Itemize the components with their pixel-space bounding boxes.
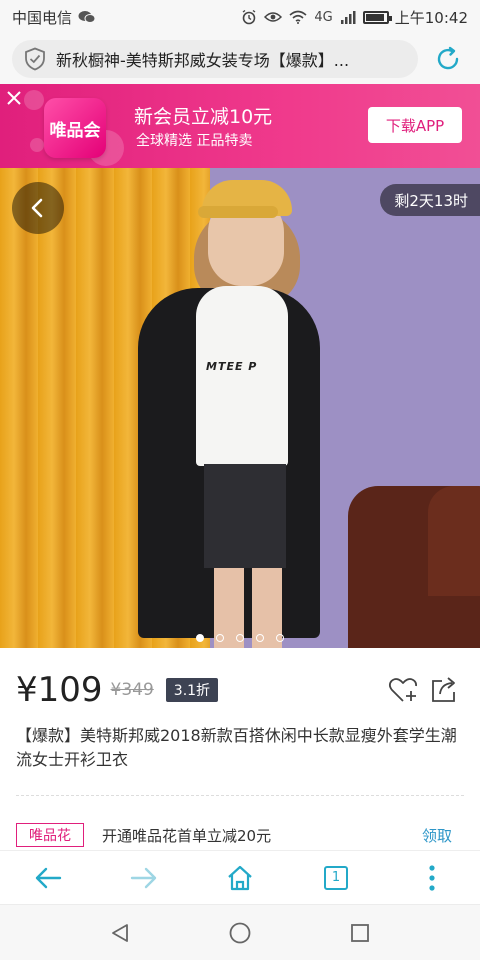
arrow-left-icon — [35, 867, 62, 888]
carousel-dot[interactable] — [256, 634, 264, 642]
carousel-indicator — [0, 634, 480, 642]
model-shirt — [196, 286, 288, 466]
tabs-button[interactable]: 1 — [314, 856, 358, 900]
download-app-button[interactable]: 下载APP — [368, 107, 462, 143]
nav-recents-button[interactable] — [335, 908, 385, 958]
promo-subtitle: 全球精选 正品特卖 — [136, 133, 253, 149]
menu-button[interactable] — [410, 856, 454, 900]
share-button[interactable] — [430, 674, 460, 704]
favorite-button[interactable] — [388, 676, 420, 704]
product-image-carousel[interactable]: MTEE P 剩2天13时 — [0, 168, 480, 648]
status-left: 中国电信 — [12, 7, 96, 28]
sofa-arm — [428, 486, 480, 596]
browser-toolbar: 1 — [0, 850, 480, 904]
battery-icon — [362, 10, 392, 24]
tab-count: 1 — [331, 870, 341, 885]
wifi-icon — [289, 10, 307, 24]
vip-app-icon: 唯品会 — [44, 98, 106, 158]
chevron-left-icon — [31, 198, 43, 218]
app-icon-label: 唯品会 — [49, 120, 101, 141]
promo-decoration — [30, 138, 44, 152]
home-icon — [228, 865, 252, 890]
signal-icon — [340, 11, 356, 24]
app-promo-banner[interactable]: 唯品会 新会员立减10元 全球精选 正品特卖 下载APP — [0, 84, 480, 168]
address-bar[interactable]: 新秋橱神-美特斯邦威女装专场【爆款】... — [12, 40, 418, 78]
reload-icon — [437, 46, 459, 70]
browser-address-area: 新秋橱神-美特斯邦威女装专场【爆款】... — [0, 34, 480, 84]
model-hat-brim — [198, 206, 278, 218]
carrier-label: 中国电信 — [12, 8, 73, 27]
coupon-text: 开通唯品花首单立减20元 — [102, 826, 272, 845]
shield-icon — [25, 47, 45, 71]
reload-button[interactable] — [428, 40, 468, 78]
status-icons: 4G — [241, 9, 392, 25]
clock: 上午10:42 — [394, 8, 468, 27]
status-bar: 中国电信 4G 上午10:42 — [0, 0, 480, 34]
nav-back-button[interactable] — [95, 908, 145, 958]
sale-countdown: 剩2天13时 — [380, 184, 480, 216]
carousel-dot[interactable] — [236, 634, 244, 642]
share-icon — [432, 677, 455, 702]
close-icon — [7, 91, 21, 105]
section-divider — [16, 795, 464, 796]
discount-badge: 3.1折 — [165, 678, 219, 702]
browser-back-button[interactable] — [26, 856, 70, 900]
coupon-row[interactable]: 唯品花 开通唯品花首单立减20元 领取 — [16, 822, 464, 848]
tabs-icon: 1 — [324, 865, 348, 890]
status-right: 4G 上午10:42 — [241, 7, 468, 28]
circle-home-icon — [229, 922, 251, 943]
original-price: ¥349 — [110, 680, 154, 700]
product-title: 【爆款】美特斯邦威2018新款百搭休闲中长款显瘦外套学生潮流女士开衫卫衣 — [16, 726, 457, 769]
promo-title: 新会员立减10元 — [134, 106, 273, 128]
promo-decoration — [24, 90, 44, 110]
square-recents-icon — [351, 923, 369, 942]
coupon-tag: 唯品花 — [16, 823, 84, 847]
triangle-back-icon — [112, 923, 128, 942]
browser-forward-button[interactable] — [122, 856, 166, 900]
system-nav-bar — [0, 904, 480, 960]
alarm-icon — [242, 9, 256, 25]
claim-link[interactable]: 领取 — [422, 825, 452, 846]
model-shorts — [204, 464, 286, 568]
carousel-dot[interactable] — [216, 634, 224, 642]
arrow-right-icon — [130, 867, 157, 888]
carousel-dot[interactable] — [196, 634, 204, 642]
wechat-icon — [78, 11, 96, 23]
network-type: 4G — [314, 9, 333, 25]
more-vertical-icon — [429, 864, 435, 891]
heart-add-icon — [388, 678, 417, 702]
carousel-dot[interactable] — [276, 634, 284, 642]
close-promo-button[interactable] — [5, 89, 23, 107]
nav-home-button[interactable] — [215, 908, 265, 958]
eye-icon — [264, 12, 283, 22]
sale-price: ¥109 — [16, 670, 103, 710]
home-button[interactable] — [218, 856, 262, 900]
shirt-print: MTEE P — [206, 360, 258, 373]
back-button[interactable] — [12, 182, 64, 234]
page-title: 新秋橱神-美特斯邦威女装专场【爆款】... — [56, 51, 350, 70]
